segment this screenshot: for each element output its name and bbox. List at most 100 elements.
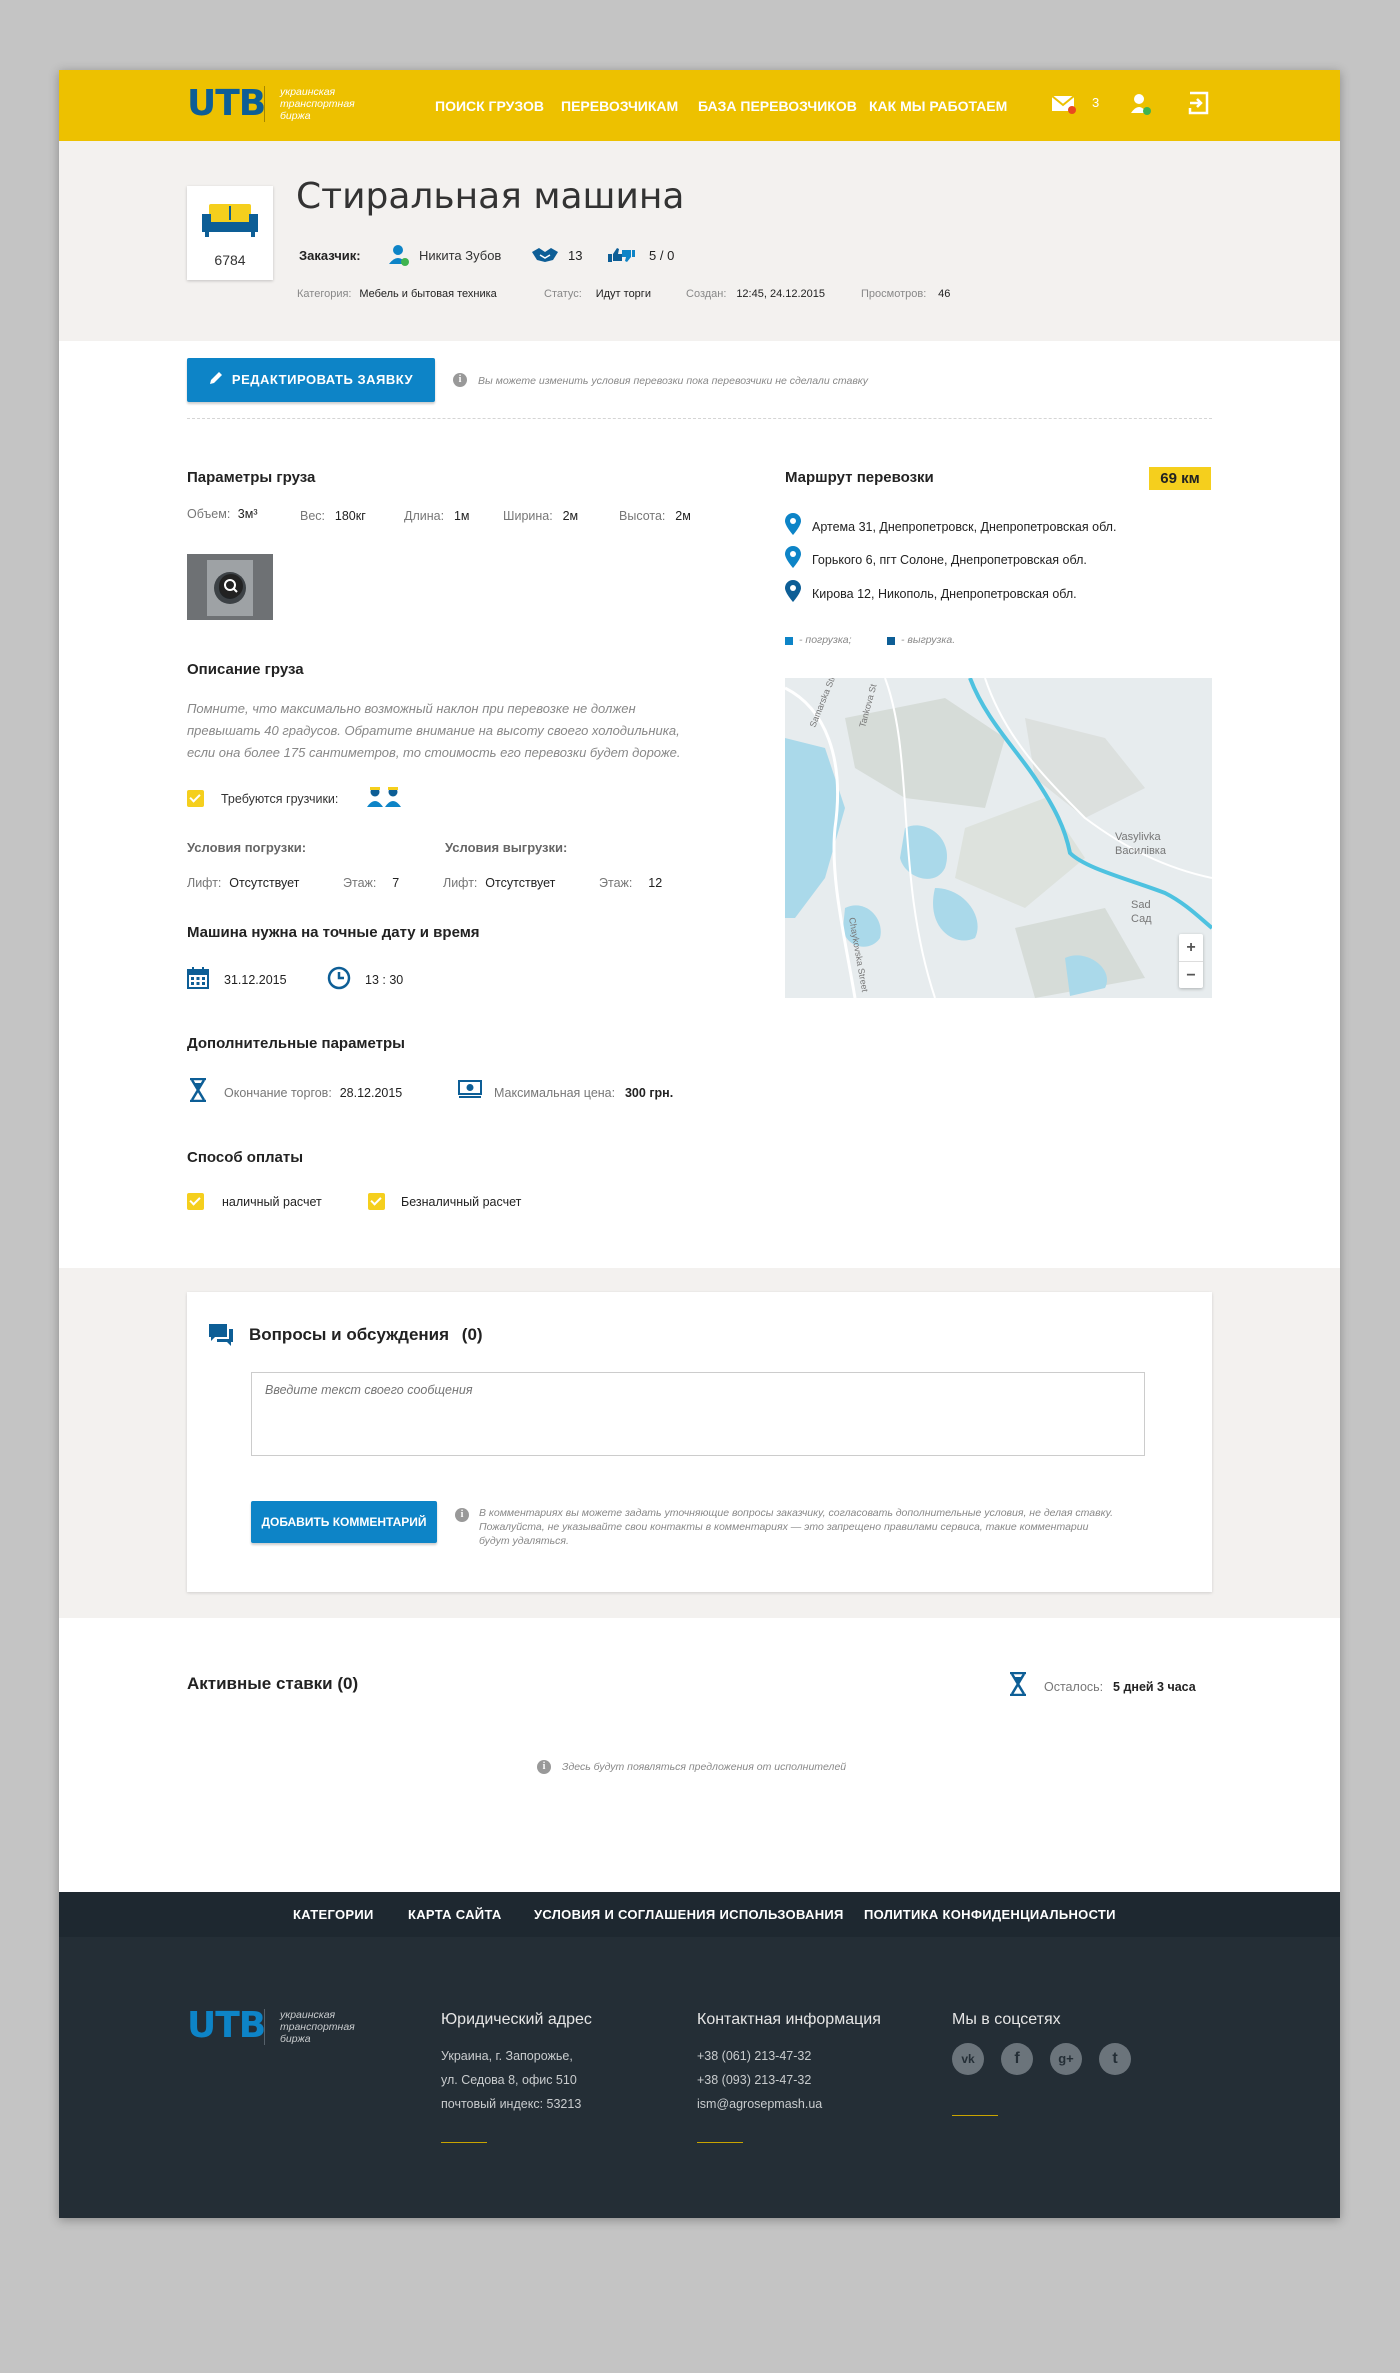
params-title: Параметры груза — [187, 469, 316, 486]
extra-title: Дополнительные параметры — [187, 1035, 405, 1052]
mail-icon[interactable] — [1051, 94, 1077, 114]
footer-links: КАТЕГОРИИ КАРТА САЙТА УСЛОВИЯ И СОГЛАШЕН… — [59, 1892, 1340, 1937]
facebook-icon[interactable]: f — [1001, 2043, 1033, 2075]
route-point: Горького 6, пгт Солоне, Днепропетровская… — [812, 553, 1087, 567]
loaders-label: Требуются грузчики: — [221, 792, 339, 806]
param-length: Длина: 1м — [404, 509, 470, 523]
logo-tagline: украинская транспортная биржа — [264, 86, 364, 122]
payment-title: Способ оплаты — [187, 1149, 304, 1166]
max-price: Максимальная цена: 300 грн. — [494, 1086, 674, 1100]
calendar-icon — [187, 967, 209, 989]
bids-empty-note: Здесь будут появляться предложения от ис… — [562, 1761, 847, 1773]
route-pin-icon — [785, 580, 801, 602]
route-pin-icon — [785, 546, 801, 568]
info-icon: i — [537, 1760, 551, 1774]
edit-request-button[interactable]: РЕДАКТИРОВАТЬ ЗАЯВКУ — [187, 358, 435, 402]
map-label-town: Sad — [1131, 899, 1151, 911]
nav-carriers[interactable]: ПЕРЕВОЗЧИКАМ — [561, 98, 678, 114]
social-title: Мы в соцсетях — [952, 2011, 1061, 2028]
legend-loading: - погрузка; — [799, 634, 852, 646]
loading-lift: Лифт: Отсутствует — [187, 876, 300, 890]
params-row: Объем: 3м³ — [187, 507, 258, 521]
cargo-created: Создан: 12:45, 24.12.2015 — [686, 288, 826, 300]
distance-badge: 69 км — [1149, 467, 1211, 490]
mail-count: 3 — [1092, 95, 1100, 110]
zoom-in-button[interactable]: + — [1179, 934, 1203, 961]
loaders-icon — [366, 786, 402, 808]
user-icon[interactable] — [1129, 92, 1153, 116]
nav-carrier-base[interactable]: БАЗА ПЕРЕВОЗЧИКОВ — [698, 98, 857, 114]
twitter-icon[interactable]: t — [1099, 2043, 1131, 2075]
datetime-title: Машина нужна на точные дату и время — [187, 924, 480, 941]
route-point: Кирова 12, Никополь, Днепропетровская об… — [812, 587, 1077, 601]
customer-name[interactable]: Никита Зубов — [419, 248, 501, 263]
page: UTB украинская транспортная биржа ПОИСК … — [59, 70, 1340, 2218]
cargo-id: 6784 — [214, 252, 246, 268]
footer-logo[interactable]: UTB — [187, 2006, 266, 2046]
rating: 5 / 0 — [649, 248, 675, 263]
payment-cash-checkbox[interactable] — [187, 1193, 204, 1210]
map-label-town: Василівка — [1115, 845, 1167, 857]
logo[interactable]: UTB — [187, 84, 266, 124]
unloading-conditions-title: Условия выгрузки: — [445, 840, 568, 855]
clock-icon — [327, 966, 351, 990]
cargo-photo[interactable] — [187, 554, 273, 620]
deals-count: 13 — [568, 248, 583, 263]
google-plus-icon[interactable]: g+ — [1050, 2043, 1082, 2075]
logout-icon[interactable] — [1187, 90, 1211, 116]
map-zoom-control: + − — [1179, 934, 1203, 988]
top-header: UTB украинская транспортная биржа ПОИСК … — [59, 70, 1340, 141]
legend-loading-swatch — [785, 637, 793, 645]
map-label-town: Vasylivka — [1115, 831, 1162, 843]
route-pin-icon — [785, 513, 801, 535]
payment-cash-label: наличный расчет — [222, 1195, 322, 1209]
footer-link-terms[interactable]: УСЛОВИЯ И СОГЛАШЕНИЯ ИСПОЛЬЗОВАНИЯ — [534, 1907, 844, 1922]
pencil-icon — [209, 359, 224, 403]
footer-link-categories[interactable]: КАТЕГОРИИ — [293, 1907, 374, 1922]
param-height: Высота: 2м — [619, 509, 691, 523]
nav-search-cargo[interactable]: ПОИСК ГРУЗОВ — [435, 98, 544, 114]
param-width: Ширина: 2м — [503, 509, 579, 523]
handshake-icon — [531, 246, 559, 264]
param-weight: Вес: 180кг — [300, 509, 366, 523]
divider — [187, 418, 1212, 419]
footer-underline — [952, 2115, 998, 2116]
loading-conditions-title: Условия погрузки: — [187, 840, 307, 855]
description-text: Помните, что максимально возможный накло… — [187, 701, 681, 760]
legend-unloading-swatch — [887, 637, 895, 645]
cargo-meta: Категория: Мебель и бытовая техника — [297, 288, 497, 300]
route-title: Маршрут перевозки — [785, 469, 934, 486]
vk-icon[interactable]: vk — [952, 2043, 984, 2075]
loaders-checkbox[interactable] — [187, 790, 204, 807]
comment-input[interactable] — [251, 1372, 1145, 1456]
footer-link-sitemap[interactable]: КАРТА САЙТА — [408, 1907, 502, 1922]
info-icon: i — [455, 1508, 469, 1522]
route-map[interactable]: Vasylivka Василівка Sad Сад Samarska Str… — [785, 678, 1212, 998]
cargo-views: Просмотров: 46 — [861, 288, 951, 300]
contact-info: +38 (061) 213-47-32 +38 (093) 213-47-32 … — [697, 2049, 823, 2111]
cargo-status: Статус: Идут торги — [544, 288, 651, 300]
footer-link-privacy[interactable]: ПОЛИТИКА КОНФИДЕНЦИАЛЬНОСТИ — [864, 1907, 1116, 1922]
hourglass-icon — [1009, 1671, 1027, 1697]
route-point: Артема 31, Днепропетровск, Днепропетровс… — [812, 520, 1117, 534]
legal-address: Украина, г. Запорожье, ул. Седова 8, офи… — [441, 2049, 582, 2111]
chat-icon — [209, 1324, 233, 1346]
money-icon — [458, 1080, 482, 1100]
footer-logo-tagline: украинская транспортная биржа — [264, 2009, 364, 2045]
contact-title: Контактная информация — [697, 2011, 881, 2028]
unloading-floor: Этаж: 12 — [599, 876, 663, 890]
thumbs-icon — [606, 246, 636, 264]
zoom-icon[interactable] — [219, 574, 243, 598]
customer-label: Заказчик: — [299, 248, 361, 263]
map-label-town: Сад — [1131, 913, 1152, 925]
payment-cashless-checkbox[interactable] — [368, 1193, 385, 1210]
add-comment-button[interactable]: ДОБАВИТЬ КОММЕНТАРИЙ — [251, 1501, 437, 1543]
payment-cashless-label: Безналичный расчет — [401, 1195, 522, 1209]
nav-how-we-work[interactable]: КАК МЫ РАБОТАЕМ — [869, 98, 1007, 114]
footer: UTB украинская транспортная биржа Юридич… — [59, 1937, 1340, 2218]
cargo-thumbnail: 6784 — [187, 186, 273, 280]
time-value: 13 : 30 — [365, 973, 404, 987]
date-value: 31.12.2015 — [224, 973, 287, 987]
zoom-out-button[interactable]: − — [1179, 961, 1203, 988]
footer-underline — [697, 2142, 743, 2143]
